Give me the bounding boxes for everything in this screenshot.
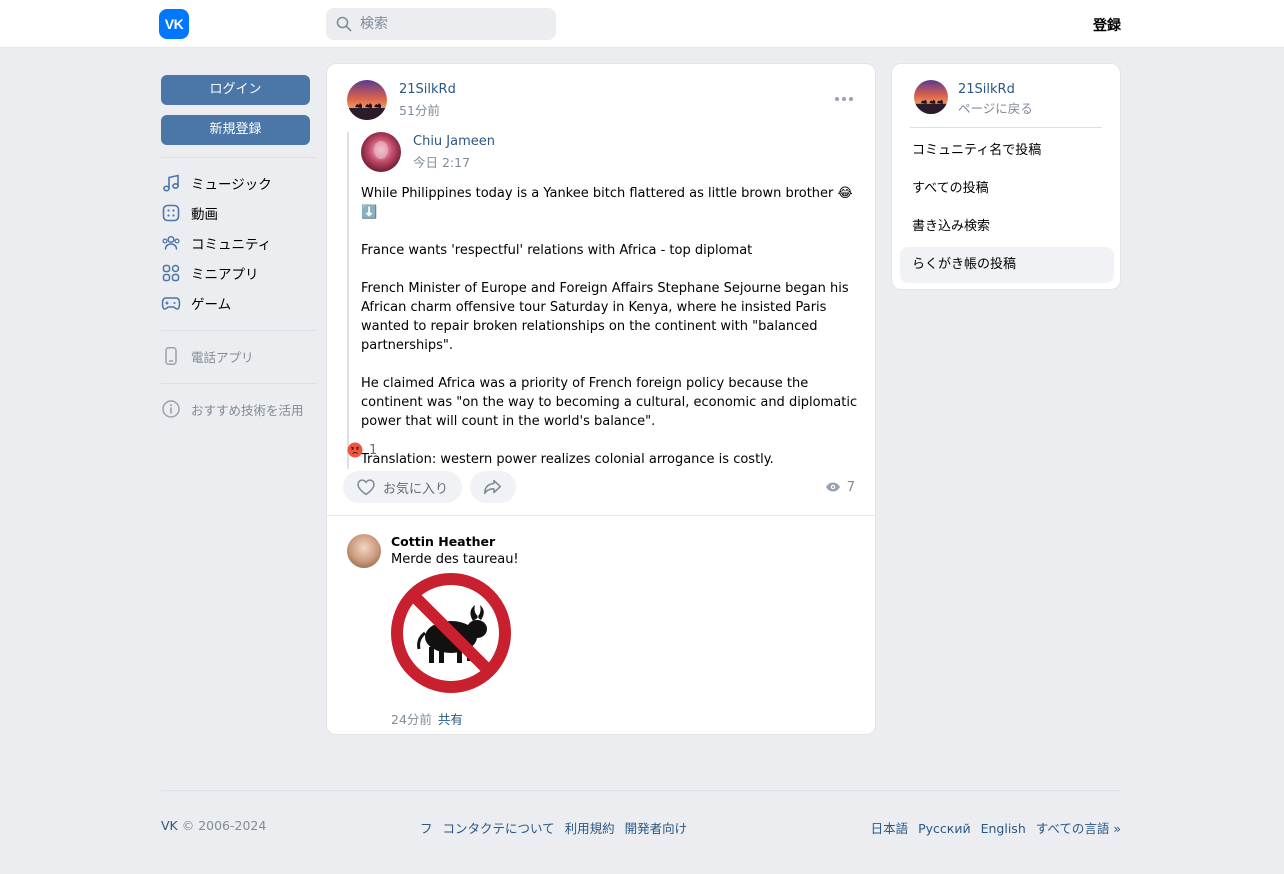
music-icon — [163, 174, 179, 192]
footer-vk-link[interactable]: VK — [161, 818, 178, 833]
sidebar-item-label: ミニアプリ — [191, 267, 259, 283]
avatar[interactable] — [347, 80, 387, 120]
avatar[interactable] — [361, 132, 401, 172]
language-all[interactable]: すべての言語 » — [1036, 821, 1121, 836]
menu-item-all-posts[interactable]: すべての投稿 — [900, 171, 1114, 207]
share-icon — [483, 479, 502, 495]
video-icon — [162, 204, 180, 222]
reaction-count: 1 — [369, 442, 378, 458]
like-button[interactable]: お気に入り — [343, 471, 463, 503]
sidebar-divider — [161, 383, 317, 384]
avatar[interactable] — [347, 534, 381, 568]
share-button[interactable] — [470, 471, 517, 503]
info-icon — [162, 400, 180, 418]
sidebar-item-label: ミュージック — [191, 177, 272, 193]
comment-item: Cottin Heather Merde des taureau! 24分前 共… — [347, 534, 519, 728]
post-text: While Philippines today is a Yankee bitc… — [361, 186, 858, 467]
chiu-avatar-image — [361, 132, 401, 172]
post-time[interactable]: 51分前 — [399, 100, 456, 119]
comment-meta: 24分前 共有 — [391, 709, 519, 728]
sidebar-item-music[interactable]: ミュージック — [161, 168, 317, 198]
footer-link-developers[interactable]: 開発者向け — [625, 821, 688, 836]
footer-links: フコンタクテについて 利用規約 開発者向け — [420, 818, 697, 837]
language-english[interactable]: English — [981, 821, 1026, 836]
post-actions: お気に入り — [343, 471, 524, 503]
sidebar-divider — [161, 330, 317, 331]
post-card: 21SilkRd 51分前 Chiu Jameen 今日 2:17 While … — [326, 63, 876, 735]
repost-header: Chiu Jameen 今日 2:17 — [361, 132, 857, 172]
vk-logo[interactable]: VK — [159, 9, 189, 39]
footer-copyright-text: © 2006-2024 — [177, 818, 267, 833]
language-japanese[interactable]: 日本語 — [871, 821, 909, 836]
like-label: お気に入り — [383, 481, 449, 497]
reactions-bar[interactable]: 1 — [347, 442, 377, 458]
comment-share-link[interactable]: 共有 — [438, 712, 463, 727]
sidebar-item-label: 電話アプリ — [191, 349, 254, 365]
menu-item-wall-posts[interactable]: らくがき帳の投稿 — [900, 247, 1114, 283]
sidebar-item-video[interactable]: 動画 — [161, 198, 317, 228]
gamepad-icon — [161, 297, 181, 310]
eye-icon — [825, 482, 840, 492]
avatar[interactable] — [914, 80, 948, 114]
menu-item-community-posts[interactable]: コミュニティ名で投稿 — [900, 133, 1114, 169]
apps-icon — [162, 264, 180, 282]
sidebar-item-recommend[interactable]: おすすめ技術を活用 — [161, 394, 317, 424]
card-divider — [327, 515, 875, 516]
sidebar-item-phone-app[interactable]: 電話アプリ — [161, 341, 317, 371]
left-sidebar: ログイン 新規登録 ミュージック 動画 コミュニティ ミニアプリ ゲーム 電話ア… — [161, 75, 317, 424]
sidebar-item-apps[interactable]: ミニアプリ — [161, 258, 317, 288]
repost-time[interactable]: 今日 2:17 — [413, 152, 495, 171]
views-counter: 7 — [825, 479, 855, 495]
menu-item-search-posts[interactable]: 書き込み検索 — [900, 209, 1114, 245]
back-to-page-link[interactable]: ページに戻る — [958, 98, 1033, 117]
register-link[interactable]: 登録 — [1093, 15, 1121, 35]
comment-sticker[interactable] — [391, 573, 519, 697]
sidebar-divider — [161, 157, 317, 158]
sidebar-item-label: 動画 — [191, 207, 218, 223]
footer-languages: 日本語 Русский English すべての言語 » — [871, 818, 1121, 837]
footer-link[interactable]: フ — [420, 821, 433, 836]
angry-emoji-icon — [347, 442, 363, 458]
footer-divider — [161, 790, 1121, 791]
login-button[interactable]: ログイン — [161, 75, 310, 105]
repost-author-link[interactable]: Chiu Jameen — [413, 134, 495, 149]
no-bull-sign-image — [391, 573, 511, 693]
sidebar-item-label: コミュニティ — [191, 237, 272, 253]
views-count: 7 — [846, 479, 855, 495]
post-header: 21SilkRd 51分前 — [347, 80, 456, 120]
footer-link-terms[interactable]: 利用規約 — [565, 821, 615, 836]
search-box[interactable] — [326, 8, 556, 40]
sidebar-item-label: おすすめ技術を活用 — [191, 402, 304, 418]
search-input[interactable] — [360, 16, 550, 32]
sidebar-item-label: ゲーム — [191, 297, 232, 313]
phone-icon — [165, 347, 177, 365]
comment-text: Merde des taureau! — [391, 552, 519, 567]
community-icon — [162, 235, 180, 250]
search-icon — [336, 16, 352, 32]
cottin-avatar-image — [347, 534, 381, 568]
repost-block: Chiu Jameen 今日 2:17 While Philippines to… — [347, 132, 857, 469]
right-panel-divider — [910, 127, 1102, 128]
footer-link-about[interactable]: コンタクテについて — [443, 821, 555, 836]
sidebar-item-games[interactable]: ゲーム — [161, 288, 317, 318]
language-russian[interactable]: Русский — [918, 821, 970, 836]
post-author-link[interactable]: 21SilkRd — [399, 82, 456, 97]
heart-icon — [357, 479, 375, 496]
sidebar-item-community[interactable]: コミュニティ — [161, 228, 317, 258]
footer-copyright: VK © 2006-2024 — [161, 818, 266, 833]
right-panel-name[interactable]: 21SilkRd — [958, 82, 1033, 97]
silkroad-avatar-image — [914, 80, 948, 114]
signup-button[interactable]: 新規登録 — [161, 115, 310, 145]
right-panel-header[interactable]: 21SilkRd ページに戻る — [914, 80, 1033, 117]
comment-time[interactable]: 24分前 — [391, 712, 432, 727]
right-panel: 21SilkRd ページに戻る コミュニティ名で投稿 すべての投稿 書き込み検索… — [891, 63, 1121, 290]
top-header: VK 登録 — [0, 0, 1284, 48]
more-options-icon[interactable] — [835, 94, 853, 104]
comment-author-link[interactable]: Cottin Heather — [391, 534, 495, 549]
silkroad-avatar-image — [347, 80, 387, 120]
